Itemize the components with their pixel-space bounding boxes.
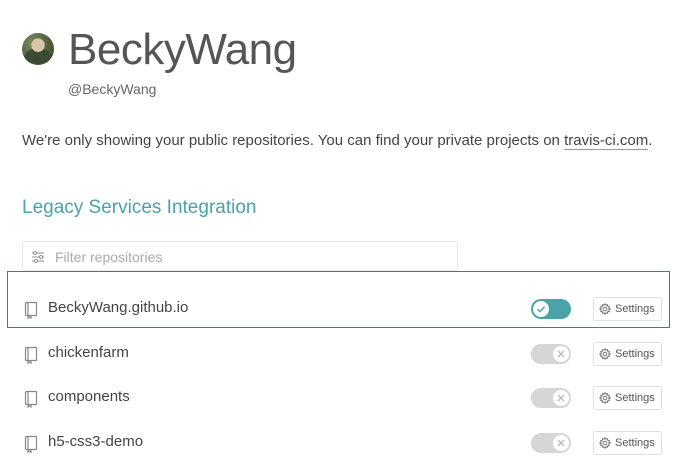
settings-label: Settings [615, 348, 655, 360]
section-title: Legacy Services Integration [22, 197, 257, 218]
toggle-knob [532, 300, 550, 318]
close-icon [557, 439, 565, 447]
repo-book-icon [24, 301, 38, 319]
notice-suffix: . [648, 132, 653, 149]
repository-toggle[interactable] [531, 299, 571, 319]
repository-name[interactable]: components [48, 388, 130, 405]
profile-handle: @BeckyWang [68, 81, 157, 97]
repo-book-icon [24, 390, 38, 408]
settings-button[interactable]: Settings [593, 297, 662, 321]
settings-label: Settings [615, 392, 655, 404]
settings-button[interactable]: Settings [593, 386, 662, 410]
repository-row: components Settings [0, 383, 687, 413]
repository-toggle[interactable] [531, 433, 571, 453]
repository-toggle[interactable] [531, 388, 571, 408]
close-icon [557, 394, 565, 402]
settings-label: Settings [615, 303, 655, 315]
filter-repositories-input[interactable] [53, 246, 457, 268]
repository-row: chickenfarm Settings [0, 339, 687, 369]
repository-name[interactable]: chickenfarm [48, 344, 129, 361]
settings-button[interactable]: Settings [593, 431, 662, 455]
toggle-knob [552, 434, 570, 452]
gear-icon [599, 303, 611, 315]
repo-book-icon [24, 435, 38, 453]
travis-ci-com-link[interactable]: travis-ci.com [564, 132, 649, 150]
toggle-knob [552, 345, 570, 363]
gear-icon [599, 348, 611, 360]
settings-button[interactable]: Settings [593, 342, 662, 366]
toggle-knob [552, 389, 570, 407]
filter-box [22, 241, 458, 271]
gear-icon [599, 437, 611, 449]
sliders-icon [32, 250, 44, 264]
close-icon [557, 350, 565, 358]
notice-text: We're only showing your public repositor… [22, 132, 565, 149]
profile-name: BeckyWang [68, 25, 297, 74]
repository-toggle[interactable] [531, 344, 571, 364]
gear-icon [599, 392, 611, 404]
avatar [22, 33, 54, 65]
check-icon [537, 306, 546, 313]
repository-row: h5-css3-demo Settings [0, 428, 687, 458]
repo-book-icon [24, 346, 38, 364]
repository-row: BeckyWang.github.io Settings [0, 294, 687, 324]
repository-name[interactable]: h5-css3-demo [48, 433, 143, 450]
public-repos-notice: We're only showing your public repositor… [22, 132, 653, 150]
repository-name[interactable]: BeckyWang.github.io [48, 299, 188, 316]
settings-label: Settings [615, 437, 655, 449]
